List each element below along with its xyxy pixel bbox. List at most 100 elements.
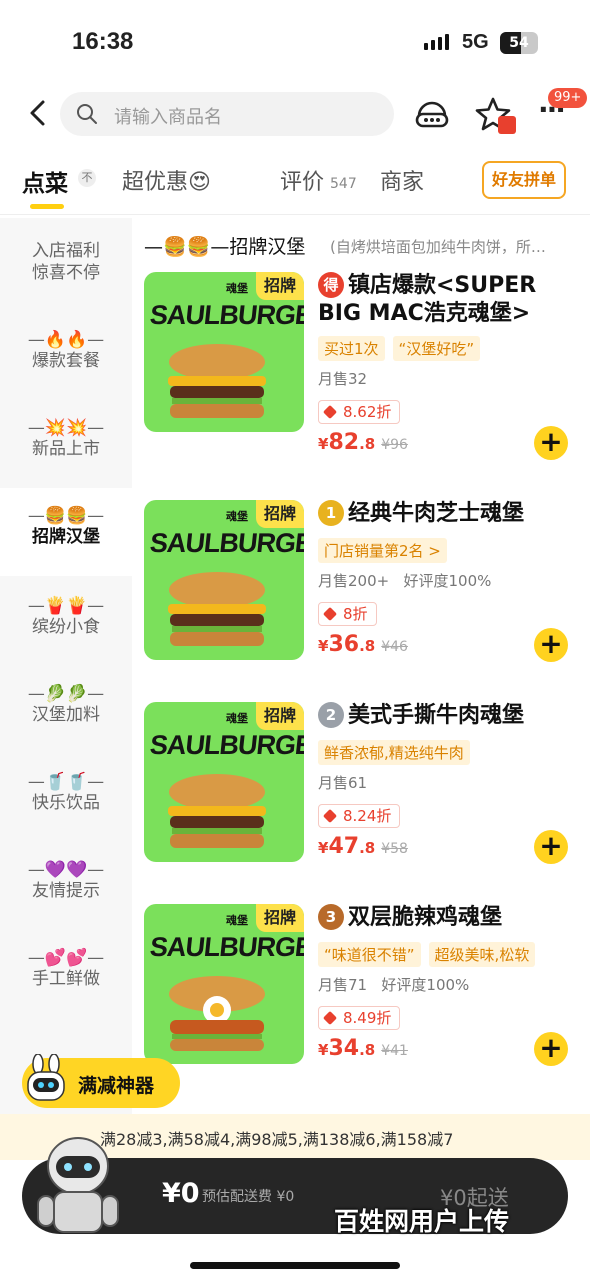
discount-badge: 8折	[318, 602, 377, 626]
burger-illustration	[168, 774, 266, 848]
sidebar-item-extras[interactable]: —🥬🥬— 汉堡加料	[0, 684, 132, 744]
search-input[interactable]: 请输入商品名	[60, 92, 394, 136]
ranking-chip[interactable]: 门店销量第2名 >	[318, 538, 447, 563]
search-icon	[77, 104, 97, 124]
monthly-sales: 月售200+ 好评度100%	[318, 570, 491, 591]
sidebar-item-new[interactable]: —💥💥— 新品上市	[0, 418, 132, 478]
tab-divider	[0, 214, 590, 215]
sidebar-item-snacks[interactable]: —🍟🍟— 缤纷小食	[0, 596, 132, 656]
monthly-sales: 月售32	[318, 370, 368, 388]
price-decimal: .8	[359, 435, 376, 453]
product-name: 1 经典牛肉芝士魂堡	[318, 500, 580, 528]
gift-badge-icon	[498, 116, 516, 134]
sidebar-item-notice[interactable]: —💜💜— 友情提示	[0, 860, 132, 920]
watermark: 百姓网用户上传	[334, 1207, 510, 1236]
original-price: ¥41	[381, 1043, 408, 1059]
sidebar-item-label: 爆款套餐	[32, 351, 100, 371]
robot-mascot-icon	[27, 1054, 65, 1101]
tab-merchant[interactable]: 商家	[380, 164, 424, 196]
burger-illustration	[168, 572, 266, 646]
status-bar: 16:38 5G 54	[0, 0, 590, 88]
bronze-medal-icon: 3	[318, 904, 344, 930]
sidebar-item-welfare[interactable]: 入店福利 惊喜不停	[0, 240, 132, 300]
product-card[interactable]: 魂堡 SAULBURGER 招牌 1 经典牛肉芝士魂堡 门店销量第2名 > 月售2…	[144, 500, 584, 690]
add-to-cart-button[interactable]: +	[534, 628, 568, 662]
delivery-fee: 预估配送费 ¥0	[202, 1189, 295, 1205]
home-indicator[interactable]	[190, 1262, 400, 1269]
product-image[interactable]: 魂堡 SAULBURGER 招牌	[144, 702, 304, 862]
status-time: 16:38	[72, 28, 134, 55]
price-integer: 47	[328, 834, 360, 859]
discount-tag-icon	[322, 808, 338, 824]
sidebar-item-label: 汉堡加料	[32, 705, 100, 725]
battery-level: 54	[509, 35, 529, 51]
sidebar-item-label: 新品上市	[32, 439, 100, 459]
add-to-cart-button[interactable]: +	[534, 830, 568, 864]
customer-service-icon[interactable]	[414, 98, 450, 130]
sidebar-item-emoji: —💥💥—	[27, 418, 105, 438]
signature-tag: 招牌	[256, 702, 304, 730]
tab-order-badge: 不	[78, 169, 96, 187]
product-card[interactable]: 魂堡 SAULBURGER 招牌 3 双层脆辣鸡魂堡 “味道很不错” 超级美味,松…	[144, 904, 584, 1094]
product-card[interactable]: 魂堡 SAULBURGER 招牌 得镇店爆款<SUPER BIG MAC浩克魂堡…	[144, 272, 584, 462]
discount-helper-button[interactable]: 满减神器	[22, 1054, 180, 1108]
tab-reviews[interactable]: 评价	[280, 164, 324, 196]
product-image[interactable]: 魂堡 SAULBURGER 招牌	[144, 904, 304, 1064]
discount-tag-icon	[322, 404, 338, 420]
sidebar-item-hot-combo[interactable]: —🔥🔥— 爆款套餐	[0, 330, 132, 390]
price: ¥82.8 ¥96	[318, 430, 408, 455]
discount-badge: 8.24折	[318, 804, 401, 828]
battery-icon: 54	[500, 32, 538, 54]
product-card[interactable]: 魂堡 SAULBURGER 招牌 2 美式手撕牛肉魂堡 鲜香浓郁,精选纯牛肉 月售…	[144, 702, 584, 892]
discount-badge: 8.49折	[318, 1006, 401, 1030]
price-integer: 34	[328, 1036, 360, 1061]
price-decimal: .8	[359, 637, 376, 655]
cart-robot-icon[interactable]	[30, 1132, 126, 1236]
price-integer: 36	[328, 632, 360, 657]
original-price: ¥46	[381, 639, 408, 655]
back-icon[interactable]	[24, 98, 54, 128]
sales-text: 月售200+	[318, 572, 390, 590]
burger-illustration	[168, 344, 266, 418]
sidebar-item-label: 招牌汉堡	[32, 527, 100, 547]
monthly-sales: 月售61	[318, 774, 368, 792]
price-symbol: ¥	[318, 435, 329, 453]
product-image[interactable]: 魂堡 SAULBURGER 招牌	[144, 272, 304, 432]
sidebar-item-label: 快乐饮品	[32, 793, 100, 813]
tab-order[interactable]: 点菜	[22, 164, 68, 198]
discount-tag-icon	[322, 1010, 338, 1026]
group-order-button[interactable]: 好友拼单	[482, 161, 566, 199]
sidebar-item-emoji: —🔥🔥—	[27, 330, 105, 350]
message-badge: 99+	[548, 88, 588, 108]
price: ¥47.8 ¥58	[318, 834, 408, 859]
price-symbol: ¥	[318, 637, 329, 655]
price-symbol: ¥	[318, 839, 329, 857]
product-brand: SAULBURGER	[148, 300, 304, 330]
sidebar-item-drinks[interactable]: —🥤🥤— 快乐饮品	[0, 772, 132, 832]
product-image-text: 魂堡	[226, 914, 248, 927]
product-chip: 买过1次	[318, 336, 385, 361]
price-symbol: ¥	[318, 1041, 329, 1059]
signature-tag: 招牌	[256, 500, 304, 528]
product-name: 3 双层脆辣鸡魂堡	[318, 904, 580, 932]
section-title: —🍔🍔—招牌汉堡	[144, 236, 306, 258]
price-integer: 82	[328, 430, 360, 455]
add-to-cart-button[interactable]: +	[534, 426, 568, 460]
product-image[interactable]: 魂堡 SAULBURGER 招牌	[144, 500, 304, 660]
discount-tag-icon	[322, 606, 338, 622]
discount-helper-label: 满减神器	[78, 1075, 155, 1097]
sidebar-item-signature-burger[interactable]: —🍔🍔— 招牌汉堡	[0, 488, 132, 576]
rank-badge: 得	[318, 272, 344, 298]
price: ¥34.8 ¥41	[318, 1036, 408, 1061]
add-to-cart-button[interactable]: +	[534, 1032, 568, 1066]
sidebar-item-emoji: —💜💜—	[27, 860, 105, 880]
tab-reviews-count: 547	[330, 176, 357, 192]
product-name-text: 双层脆辣鸡魂堡	[348, 905, 503, 930]
signature-tag: 招牌	[256, 904, 304, 932]
product-brand: SAULBURGER	[148, 932, 304, 962]
sidebar-item-label: 缤纷小食	[32, 617, 100, 637]
sidebar-item-emoji: —🍟🍟—	[27, 596, 105, 616]
sidebar-item-label: 手工鲜做	[32, 969, 100, 989]
sidebar-item-handmade[interactable]: —💕💕— 手工鲜做	[0, 948, 132, 1008]
tab-deals[interactable]: 超优惠😍	[122, 164, 211, 196]
